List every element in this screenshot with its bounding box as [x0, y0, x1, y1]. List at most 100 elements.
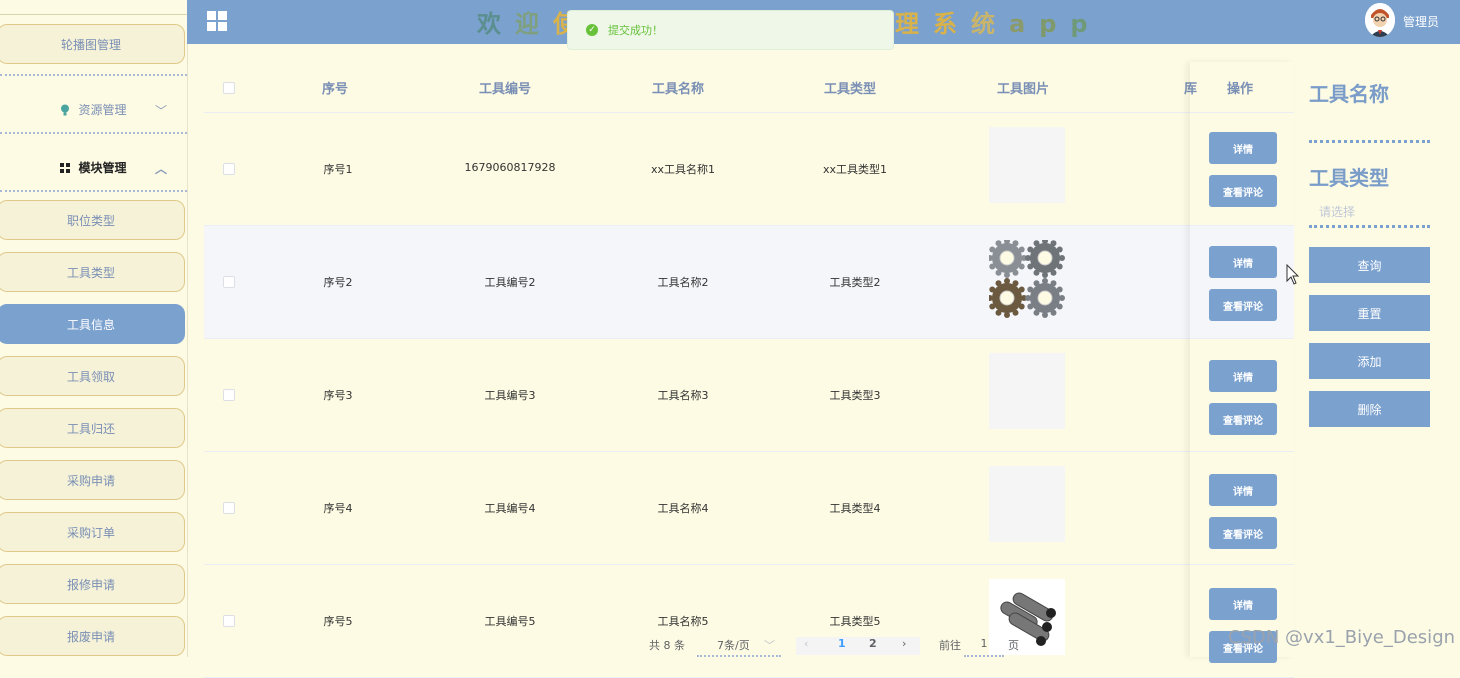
table-cell-seq: 序号5 [323, 615, 353, 628]
tool-name-input[interactable] [1309, 140, 1430, 143]
view-comments-button[interactable]: 查看评论 [1209, 403, 1277, 435]
tool-type-select[interactable]: 请选择 [1319, 203, 1355, 220]
reset-button[interactable]: 重置 [1309, 295, 1430, 331]
lightbulb-icon [60, 104, 70, 116]
toast-message: 提交成功！ [608, 24, 663, 37]
title-char: a [1009, 10, 1040, 38]
divider [0, 190, 187, 192]
table-cell-code: 工具编号4 [484, 502, 536, 515]
user-name[interactable]: 管理员 [1403, 13, 1439, 30]
tool-image[interactable] [989, 466, 1065, 542]
tool-image[interactable] [989, 127, 1065, 203]
total-count: 共 8 条 [649, 639, 685, 652]
table-header: 序号 工具编号 工具名称 工具类型 工具图片 厍 操作 [204, 62, 1294, 113]
sidebar: 轮播图管理 资源管理 ﹀ 模块管理 ︿ 职位类型 工具类型 工具信息 工具领取 … [0, 0, 188, 657]
sidebar-top-divider [0, 0, 187, 15]
page-suffix: 页 [1008, 639, 1019, 652]
divider [0, 74, 187, 76]
col-header: 工具名称 [652, 82, 705, 97]
sidebar-item-purchase-order[interactable]: 采购订单 [0, 512, 185, 552]
row-checkbox[interactable] [223, 615, 235, 627]
table-cell-type: xx工具类型1 [822, 163, 888, 176]
check-circle-icon: ✓ [586, 24, 598, 36]
prev-page-icon[interactable]: ‹ [804, 637, 808, 650]
table-row: 序号4 工具编号4 工具名称4 工具类型4 [204, 452, 1294, 565]
table-cell-type: 工具类型4 [829, 502, 881, 515]
query-button[interactable]: 查询 [1309, 247, 1430, 283]
sidebar-item-label: 工具信息 [66, 317, 115, 332]
col-header: 工具图片 [997, 82, 1050, 97]
row-checkbox[interactable] [223, 276, 235, 288]
sidebar-item-label: 职位类型 [66, 213, 115, 228]
table-row: 序号2 工具编号2 工具名称2 工具类型2 [204, 226, 1294, 339]
page-number-current[interactable]: 1 [838, 637, 846, 650]
goto-page-input[interactable]: 1 [964, 637, 1004, 657]
view-comments-button[interactable]: 查看评论 [1209, 175, 1277, 207]
table-cell-seq: 序号2 [323, 276, 353, 289]
sidebar-item-tool-return[interactable]: 工具归还 [0, 408, 185, 448]
sidebar-item-label: 工具归还 [66, 421, 115, 436]
grid-icon [60, 162, 71, 173]
title-char: 统 [971, 10, 1009, 38]
sidebar-item-job-type[interactable]: 职位类型 [0, 200, 185, 240]
tool-image[interactable] [989, 353, 1065, 429]
sidebar-group-label: 模块管理 [78, 160, 127, 175]
table-cell-code: 1679060817928 [464, 161, 556, 174]
sidebar-item-tool-claim[interactable]: 工具领取 [0, 356, 185, 396]
detail-button[interactable]: 详情 [1209, 132, 1277, 164]
detail-button[interactable]: 详情 [1209, 474, 1277, 506]
success-toast: ✓ 提交成功！ [567, 10, 894, 50]
table-row: 序号5 工具编号5 工具名称5 工具类型5 [204, 565, 1294, 678]
table-cell-seq: 序号3 [323, 389, 353, 402]
sidebar-item-label: 工具领取 [66, 369, 115, 384]
row-checkbox[interactable] [223, 502, 235, 514]
delete-button[interactable]: 删除 [1309, 391, 1430, 427]
goto-label: 前往 [939, 639, 961, 652]
tool-table: 序号 工具编号 工具名称 工具类型 工具图片 厍 操作 序号1 167906081… [204, 62, 1294, 678]
sidebar-item-repair-request[interactable]: 报修申请 [0, 564, 185, 604]
sidebar-item-label: 报修申请 [66, 577, 115, 592]
sidebar-item-label: 采购申请 [66, 473, 115, 488]
sidebar-item-label: 工具类型 [66, 265, 115, 280]
table-cell-name: 工具名称4 [657, 502, 709, 515]
sidebar-item-carousel[interactable]: 轮播图管理 [0, 24, 185, 64]
table-row: 序号1 1679060817928 xx工具名称1 xx工具类型1 [204, 113, 1294, 226]
title-char: 系 [933, 10, 971, 38]
detail-button[interactable]: 详情 [1209, 246, 1277, 278]
page-size-select[interactable]: 7条/页 ﹀ [697, 637, 781, 657]
detail-button[interactable]: 详情 [1209, 588, 1277, 620]
sidebar-item-label: 报废申请 [66, 629, 115, 644]
title-char: 欢 [477, 10, 515, 38]
table-cell-name: 工具名称3 [657, 389, 709, 402]
sidebar-item-purchase-request[interactable]: 采购申请 [0, 460, 185, 500]
row-checkbox[interactable] [223, 389, 235, 401]
menu-grid-icon[interactable] [207, 11, 227, 31]
view-comments-button[interactable]: 查看评论 [1209, 289, 1277, 321]
mouse-cursor-icon [1286, 263, 1300, 291]
row-checkbox[interactable] [223, 163, 235, 175]
table-cell-type: 工具类型2 [829, 276, 881, 289]
sidebar-group-modules[interactable]: 模块管理 ︿ [0, 142, 187, 192]
sidebar-item-tool-type[interactable]: 工具类型 [0, 252, 185, 292]
detail-button[interactable]: 详情 [1209, 360, 1277, 392]
sidebar-group-resources[interactable]: 资源管理 ﹀ [0, 84, 187, 134]
table-cell-type: 工具类型5 [829, 615, 881, 628]
tool-image[interactable] [987, 238, 1065, 318]
chevron-down-icon: ﹀ [764, 639, 775, 652]
next-page-icon[interactable]: › [902, 637, 906, 650]
table-cell-code: 工具编号3 [484, 389, 536, 402]
col-header: 序号 [322, 82, 349, 97]
sidebar-item-label: 采购订单 [66, 525, 115, 540]
view-comments-button[interactable]: 查看评论 [1209, 517, 1277, 549]
table-row: 序号3 工具编号3 工具名称3 工具类型3 [204, 339, 1294, 452]
select-all-checkbox[interactable] [223, 82, 235, 94]
avatar[interactable] [1365, 3, 1395, 37]
title-char: 迎 [515, 10, 553, 38]
add-button[interactable]: 添加 [1309, 343, 1430, 379]
sidebar-item-scrap-request[interactable]: 报废申请 [0, 616, 185, 656]
sidebar-item-label: 轮播图管理 [60, 37, 121, 52]
page-number[interactable]: 2 [869, 637, 877, 650]
sidebar-item-tool-info[interactable]: 工具信息 [0, 304, 185, 344]
title-char: p [1070, 10, 1102, 38]
table-cell-seq: 序号1 [323, 163, 353, 176]
